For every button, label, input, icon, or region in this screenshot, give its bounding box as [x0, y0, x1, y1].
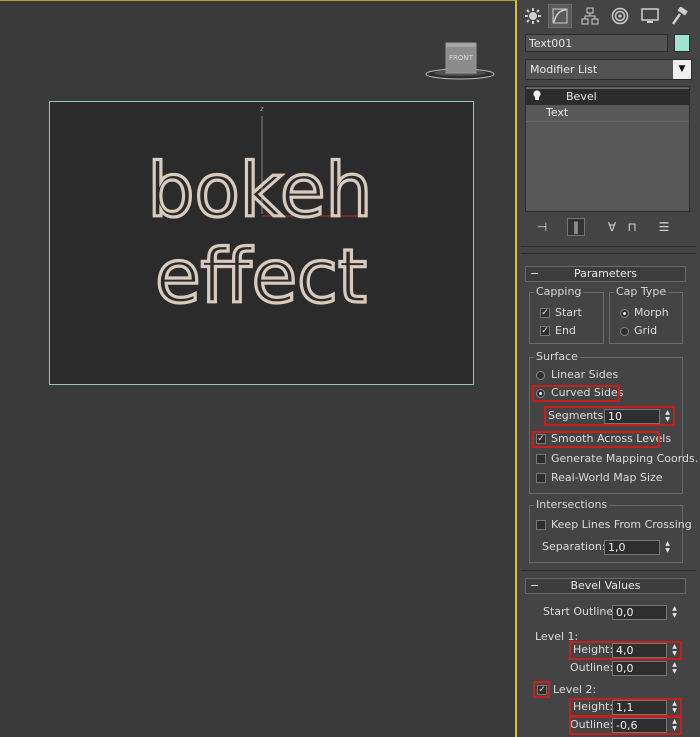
front-viewport[interactable]: FRONT z bokeh effect — [0, 0, 517, 737]
collapse-icon[interactable]: − — [530, 267, 539, 281]
level-2-outline-highlight — [569, 716, 682, 735]
safe-frame: z bokeh effect — [49, 101, 474, 385]
cap-type-grid-radio[interactable] — [620, 327, 629, 336]
motion-circle-icon[interactable] — [608, 4, 632, 28]
object-name-input[interactable]: Text001 — [525, 34, 668, 52]
show-end-result-icon[interactable]: ‖ — [567, 218, 585, 236]
capping-start-checkbox[interactable]: ✓ — [540, 308, 550, 318]
make-unique-icon[interactable]: ∀ — [603, 218, 621, 236]
divider — [521, 253, 696, 254]
curved-sides-highlight — [532, 385, 620, 402]
cap-type-morph-radio[interactable] — [620, 309, 629, 318]
sun-gear-icon[interactable] — [521, 4, 545, 28]
pin-stack-icon[interactable]: ⊣ — [533, 218, 551, 236]
divider — [521, 246, 696, 247]
axis-label: z — [260, 105, 264, 113]
checkbox-label: Start — [555, 306, 582, 319]
hierarchy-icon[interactable] — [578, 4, 602, 28]
configure-modifier-sets-icon[interactable]: ☰ — [655, 218, 673, 236]
group-label: Surface — [534, 350, 580, 364]
radio-label: Grid — [634, 324, 658, 337]
level-1-height-highlight — [569, 641, 682, 660]
spinner-arrows-icon[interactable]: ▲ ▼ — [663, 540, 672, 555]
level-1-outline-label: Outline: — [570, 661, 614, 674]
modifier-stack[interactable]: Bevel Text — [525, 86, 690, 212]
level-2-height-highlight — [569, 698, 682, 717]
rollout-title: Parameters — [574, 267, 637, 280]
rollout-title: Bevel Values — [570, 579, 641, 592]
bevel-values-rollout-header[interactable]: − Bevel Values — [525, 578, 686, 594]
group-label: Capping — [534, 285, 584, 299]
radio-label: Linear Sides — [551, 368, 619, 381]
stack-item-bevel[interactable]: Bevel — [526, 88, 689, 105]
stack-divider — [526, 121, 689, 122]
level-2-label: Level 2: — [553, 683, 597, 696]
scene-text-line-1: bokeh — [148, 148, 373, 234]
radio-label: Morph — [634, 306, 669, 319]
collapse-icon[interactable]: − — [530, 579, 539, 593]
divider — [521, 570, 696, 571]
spinner-arrows-icon[interactable]: ▲ ▼ — [670, 661, 679, 676]
capping-end-checkbox[interactable]: ✓ — [540, 326, 550, 336]
level-1-outline-spinner[interactable]: 0,0 — [612, 661, 667, 676]
real-world-map-size-checkbox[interactable] — [536, 473, 546, 483]
scene-text-line-2: effect — [155, 234, 367, 320]
stack-item-label: Bevel — [566, 90, 597, 103]
checkbox-label: Generate Mapping Coords. — [551, 452, 699, 465]
checkbox-label: Keep Lines From Crossing — [551, 518, 692, 531]
linear-sides-radio[interactable] — [536, 371, 545, 380]
stack-item-label: Text — [546, 106, 569, 119]
hammer-icon[interactable] — [668, 4, 692, 28]
keep-lines-from-crossing-checkbox[interactable] — [536, 520, 546, 530]
start-outline-spinner[interactable]: 0,0 — [612, 605, 667, 620]
modify-curve-icon[interactable] — [548, 4, 572, 28]
segments-highlight — [544, 406, 675, 426]
command-panel: Text001 Modifier List ▼ Bevel Text ⊣ ‖ ∀… — [517, 0, 700, 737]
group-label: Cap Type — [614, 285, 669, 299]
level-2-checkbox-highlight — [533, 681, 550, 698]
spinner-arrows-icon[interactable]: ▲ ▼ — [670, 605, 679, 620]
checkbox-label: Real-World Map Size — [551, 471, 663, 484]
modifier-list-dropdown[interactable]: Modifier List ▼ — [525, 59, 692, 80]
separation-spinner[interactable]: 1,0 — [604, 540, 660, 555]
command-panel-tabs — [517, 0, 700, 30]
chevron-down-icon[interactable]: ▼ — [673, 60, 691, 79]
viewcube[interactable]: FRONT — [424, 41, 500, 81]
object-color-swatch[interactable] — [674, 34, 690, 52]
viewcube-face-label: FRONT — [449, 54, 474, 62]
modifier-list-label: Modifier List — [530, 63, 598, 76]
separation-label: Separation: — [542, 540, 606, 553]
checkbox-label: End — [555, 324, 576, 337]
parameters-rollout-header[interactable]: − Parameters — [525, 266, 686, 282]
remove-modifier-icon[interactable]: ⊓ — [623, 218, 641, 236]
generate-mapping-coords-checkbox[interactable] — [536, 454, 546, 464]
stack-item-text[interactable]: Text — [526, 105, 689, 121]
stack-toolbar: ⊣ ‖ ∀ ⊓ ☰ — [525, 215, 695, 239]
smooth-across-levels-highlight — [532, 431, 660, 448]
display-monitor-icon[interactable] — [638, 4, 662, 28]
start-outline-label: Start Outline: — [543, 605, 617, 618]
group-label: Intersections — [534, 498, 610, 512]
